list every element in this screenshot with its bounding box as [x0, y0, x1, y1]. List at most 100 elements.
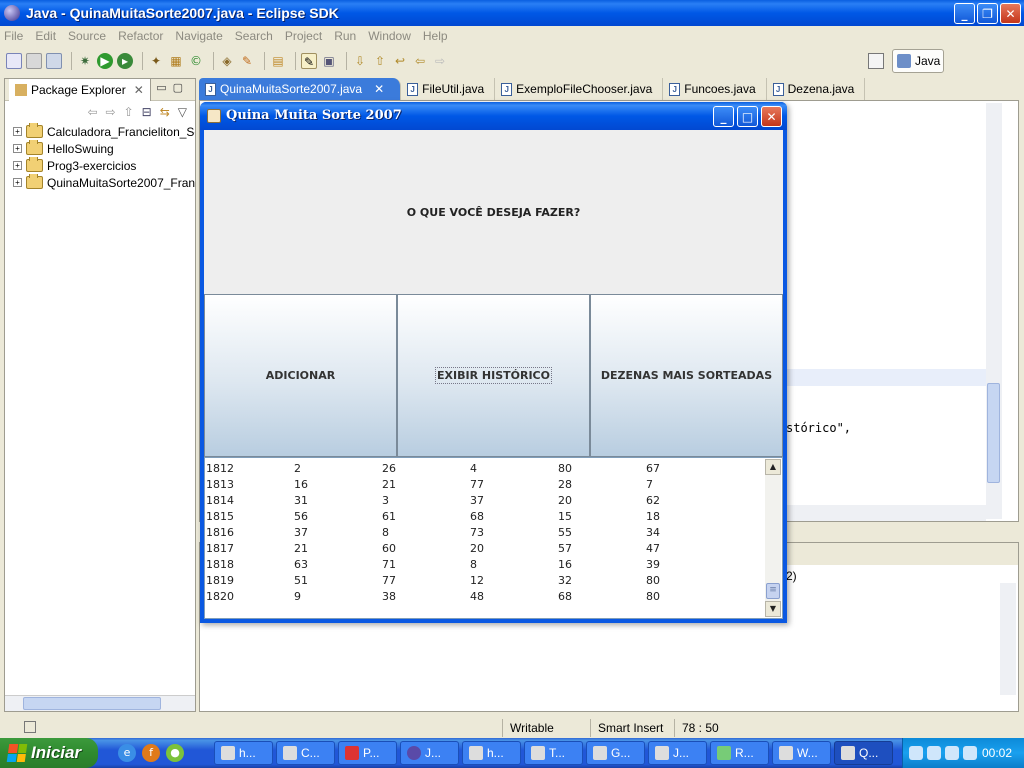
minimize-button[interactable]: _ [954, 3, 975, 24]
history-text-area[interactable]: 1812 2 26 4 80 67 1813 16 21 77 28 7 1814 31 3 37 20 62 18… [204, 457, 783, 619]
menu-refactor[interactable]: Refactor [118, 29, 163, 43]
taskbar-item[interactable]: C... [276, 741, 335, 765]
forward-icon[interactable]: ⇨ [106, 105, 116, 119]
taskbar-item[interactable]: J... [648, 741, 707, 765]
tree-item-project[interactable]: + QuinaMuitaSorte2007_Francie [13, 174, 195, 191]
fast-view-icon[interactable] [24, 721, 36, 733]
close-view-icon[interactable]: ✕ [134, 83, 144, 97]
taskbar-item[interactable]: P... [338, 741, 397, 765]
taskbar-item-active[interactable]: Q... [834, 741, 893, 765]
network-icon[interactable] [927, 746, 941, 760]
java-perspective-button[interactable]: Java [892, 49, 944, 73]
close-button[interactable]: ✕ [1000, 3, 1021, 24]
volume-icon[interactable] [945, 746, 959, 760]
open-perspective-icon[interactable] [868, 53, 884, 69]
taskbar-item[interactable]: h... [462, 741, 521, 765]
tray-expand-icon[interactable] [909, 746, 923, 760]
taskbar-item[interactable]: G... [586, 741, 645, 765]
new-package-icon[interactable]: ▦ [168, 53, 184, 69]
scroll-thumb[interactable]: ≡ [766, 583, 780, 599]
console-scrollbar[interactable] [1000, 583, 1016, 695]
drawn-number-cell: 38 [382, 590, 396, 603]
drawn-number-cell: 39 [646, 558, 660, 571]
menu-navigate[interactable]: Navigate [175, 29, 222, 43]
search-icon[interactable]: ✎ [239, 53, 255, 69]
menu-file[interactable]: File [4, 29, 23, 43]
back-icon[interactable]: ⇦ [87, 105, 97, 119]
firefox-icon[interactable]: f [142, 744, 160, 762]
tab-quinamuitasorte2007[interactable]: J QuinaMuitaSorte2007.java ✕ [199, 78, 402, 100]
java-perspective-label: Java [915, 54, 941, 68]
run-icon[interactable]: ▶ [97, 53, 113, 69]
package-explorer-tab[interactable]: Package Explorer ✕ [9, 78, 151, 101]
save-icon[interactable] [26, 53, 42, 69]
link-with-editor-icon[interactable]: ⇆ [160, 105, 170, 119]
view-minimize-maximize[interactable]: ▭▢ [156, 81, 189, 94]
dialog-minimize-button[interactable]: _ [713, 106, 734, 127]
expand-icon[interactable]: + [13, 144, 22, 153]
back-icon[interactable]: ⇦ [412, 53, 428, 69]
drawn-number-cell: 31 [294, 494, 308, 507]
new-icon[interactable] [6, 53, 22, 69]
scroll-thumb[interactable] [987, 383, 1000, 483]
tab-fileutil[interactable]: J FileUtil.java [401, 78, 496, 100]
menu-window[interactable]: Window [368, 29, 411, 43]
toggle-mark-occurrences-icon[interactable]: ✎ [301, 53, 317, 69]
horizontal-scrollbar[interactable] [5, 695, 195, 711]
forward-icon[interactable]: ⇨ [432, 53, 448, 69]
menu-run[interactable]: Run [334, 29, 356, 43]
tab-funcoes[interactable]: J Funcoes.java [663, 78, 767, 100]
tree-item-project[interactable]: + HelloSwuing [13, 140, 195, 157]
up-icon[interactable]: ⇧ [124, 105, 134, 119]
editor-horizontal-scrollbar[interactable] [786, 505, 986, 521]
taskbar-item[interactable]: R... [710, 741, 769, 765]
expand-icon[interactable]: + [13, 127, 22, 136]
last-edit-location-icon[interactable]: ↩ [392, 53, 408, 69]
menu-help[interactable]: Help [423, 29, 448, 43]
close-tab-icon[interactable]: ✕ [374, 82, 384, 96]
print-icon[interactable] [46, 53, 62, 69]
menu-edit[interactable]: Edit [35, 29, 56, 43]
collapse-all-icon[interactable]: ⊟ [142, 105, 152, 119]
tree-item-project[interactable]: + Prog3-exercicios [13, 157, 195, 174]
expand-icon[interactable]: + [13, 178, 22, 187]
tab-exemplofilechooser[interactable]: J ExemploFileChooser.java [495, 78, 664, 100]
next-annotation-icon[interactable]: ⇩ [352, 53, 368, 69]
new-java-project-icon[interactable]: ✦ [148, 53, 164, 69]
drawn-number-cell: 62 [646, 494, 660, 507]
media-player-icon[interactable]: ● [166, 744, 184, 762]
tab-dezena[interactable]: J Dezena.java [767, 78, 866, 100]
show-whitespace-icon[interactable]: ▣ [321, 53, 337, 69]
expand-icon[interactable]: + [13, 161, 22, 170]
view-menu-icon[interactable]: ▽ [178, 105, 187, 119]
new-class-icon[interactable]: © [188, 53, 204, 69]
previous-annotation-icon[interactable]: ⇧ [372, 53, 388, 69]
menu-project[interactable]: Project [285, 29, 322, 43]
menu-search[interactable]: Search [235, 29, 273, 43]
add-button[interactable]: ADICIONAR [204, 294, 397, 457]
external-tools-icon[interactable]: ▸ [117, 53, 133, 69]
show-history-button[interactable]: EXIBIR HISTÓRICO [397, 294, 590, 457]
dialog-close-button[interactable]: ✕ [761, 106, 782, 127]
taskbar-item[interactable]: W... [772, 741, 831, 765]
open-folder-icon[interactable]: ▤ [270, 53, 286, 69]
tree-item-project[interactable]: + Calculadora_Francieliton_Serg [13, 123, 195, 140]
start-button[interactable]: Iniciar [0, 738, 98, 768]
taskbar-item[interactable]: J... [400, 741, 459, 765]
taskbar-item[interactable]: T... [524, 741, 583, 765]
scroll-up-button[interactable]: ▲ [765, 459, 781, 475]
editor-vertical-scrollbar[interactable] [986, 103, 1002, 519]
scroll-down-button[interactable]: ▼ [765, 601, 781, 617]
taskbar-item[interactable]: h... [214, 741, 273, 765]
menu-source[interactable]: Source [68, 29, 106, 43]
open-type-icon[interactable]: ◈ [219, 53, 235, 69]
debug-icon[interactable]: ✷ [77, 53, 93, 69]
top-numbers-button[interactable]: DEZENAS MAIS SORTEADAS [590, 294, 783, 457]
dialog-maximize-button[interactable]: □ [737, 106, 758, 127]
drawn-number-cell: 77 [470, 478, 484, 491]
history-scrollbar[interactable]: ▲ ≡ ▼ [765, 459, 781, 617]
restore-button[interactable]: ❐ [977, 3, 998, 24]
internet-explorer-icon[interactable]: e [118, 744, 136, 762]
security-icon[interactable] [963, 746, 977, 760]
scroll-thumb[interactable] [23, 697, 161, 710]
